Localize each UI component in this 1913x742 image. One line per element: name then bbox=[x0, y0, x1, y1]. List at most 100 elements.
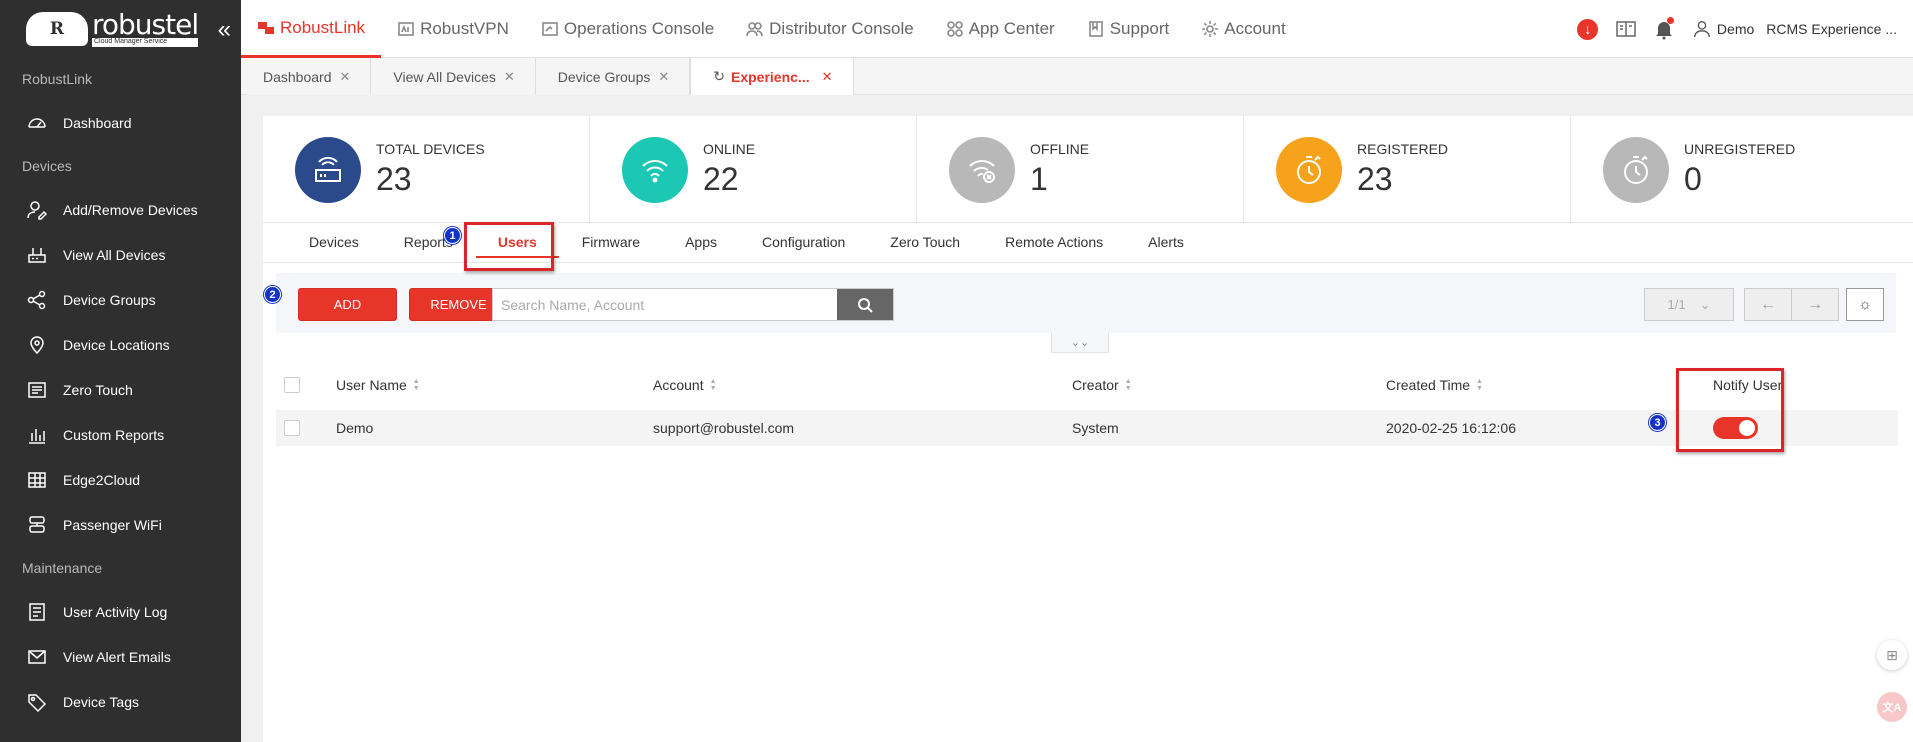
tab-experience[interactable]: ↻ Experienc... ✕ bbox=[690, 58, 854, 95]
tab-apps[interactable]: Apps bbox=[685, 223, 717, 263]
org-name[interactable]: RCMS Experience ... bbox=[1766, 21, 1897, 37]
apps-grid-icon[interactable]: ⊞ bbox=[1877, 640, 1907, 670]
wifi-off-icon bbox=[949, 136, 1015, 203]
translate-icon[interactable]: 文A bbox=[1877, 692, 1907, 722]
annotation-box-notify-user bbox=[1676, 368, 1784, 452]
apps-icon bbox=[946, 20, 964, 38]
topnav-distributor-console[interactable]: Distributor Console bbox=[730, 0, 930, 58]
sidebar-item-device-tags[interactable]: Device Tags bbox=[0, 679, 241, 724]
page-tabs-bar: Dashboard ✕ View All Devices ✕ Device Grou… bbox=[241, 58, 1913, 95]
tag-icon bbox=[26, 691, 48, 713]
topnav-support[interactable]: Support bbox=[1071, 0, 1186, 58]
top-navigation-bar: RobustLink RobustVPN Operations Console … bbox=[241, 0, 1913, 58]
close-icon[interactable]: ✕ bbox=[504, 69, 515, 85]
user-edit-icon bbox=[26, 199, 48, 221]
sidebar-item-passenger-wifi[interactable]: Passenger WiFi bbox=[0, 502, 241, 547]
section-maintenance: Maintenance bbox=[22, 560, 103, 576]
log-icon bbox=[26, 601, 48, 623]
add-button[interactable]: ADD bbox=[298, 288, 397, 321]
stat-online[interactable]: ONLINE 22 bbox=[590, 116, 917, 223]
sidebar-item-device-locations[interactable]: Device Locations bbox=[0, 322, 241, 367]
page-select[interactable]: 1/1 ⌄ bbox=[1644, 288, 1734, 321]
share-icon bbox=[26, 289, 48, 311]
search-button[interactable] bbox=[837, 289, 893, 320]
row-checkbox[interactable] bbox=[284, 420, 300, 436]
tab-device-groups[interactable]: Device Groups ✕ bbox=[535, 58, 691, 95]
sidebar-item-device-groups[interactable]: Device Groups bbox=[0, 277, 241, 322]
sidebar-item-user-activity-log[interactable]: User Activity Log bbox=[0, 589, 241, 634]
sidebar-item-custom-reports[interactable]: Custom Reports bbox=[0, 412, 241, 457]
tab-alerts[interactable]: Alerts bbox=[1148, 223, 1184, 263]
select-all-checkbox[interactable] bbox=[284, 377, 300, 393]
bar-chart-icon bbox=[26, 424, 48, 446]
sort-icon[interactable]: ▲ ▼ bbox=[710, 378, 717, 392]
stat-value: 23 bbox=[376, 161, 412, 197]
stat-registered[interactable]: REGISTERED 23 bbox=[1244, 116, 1571, 223]
top-nav: RobustLink RobustVPN Operations Console … bbox=[241, 0, 1302, 58]
topnav-account[interactable]: Account bbox=[1185, 0, 1301, 58]
tab-configuration[interactable]: Configuration bbox=[762, 223, 845, 263]
sort-icon[interactable]: ▲ ▼ bbox=[413, 378, 420, 392]
prev-page-button[interactable]: ← bbox=[1744, 288, 1792, 321]
wifi-icon bbox=[622, 136, 688, 203]
logo-badge: R bbox=[26, 12, 88, 46]
download-icon[interactable]: ↓ bbox=[1577, 18, 1599, 40]
close-icon[interactable]: ✕ bbox=[822, 69, 833, 85]
stat-value: 0 bbox=[1684, 161, 1702, 197]
tab-view-all-devices[interactable]: View All Devices ✕ bbox=[371, 58, 536, 95]
search-icon bbox=[858, 297, 873, 313]
top-right-area: ↓ Demo RCMS Experience ... bbox=[1577, 0, 1913, 58]
arrow-right-icon: → bbox=[1807, 295, 1823, 313]
sort-icon[interactable]: ▲ ▼ bbox=[1476, 378, 1483, 392]
refresh-icon[interactable]: ↻ bbox=[713, 68, 725, 85]
tab-remote-actions[interactable]: Remote Actions bbox=[1005, 223, 1103, 263]
stat-offline[interactable]: OFFLINE 1 bbox=[917, 116, 1244, 223]
robustlink-icon bbox=[257, 19, 275, 37]
expand-toolbar-button[interactable]: ⌄⌄ bbox=[1051, 333, 1109, 353]
sidebar-item-zero-touch[interactable]: Zero Touch bbox=[0, 367, 241, 412]
tab-firmware[interactable]: Firmware bbox=[582, 223, 640, 263]
close-icon[interactable]: ✕ bbox=[658, 69, 669, 85]
sidebar-item-add-remove-devices[interactable]: Add/Remove Devices bbox=[0, 187, 241, 232]
tab-devices[interactable]: Devices bbox=[309, 223, 359, 263]
email-icon bbox=[26, 646, 48, 668]
header-user-name[interactable]: User Name ▲ ▼ bbox=[336, 360, 420, 410]
timer-check-icon bbox=[1603, 136, 1669, 203]
header-created-time[interactable]: Created Time ▲ ▼ bbox=[1386, 360, 1483, 410]
settings-button[interactable]: ☼ bbox=[1846, 288, 1884, 321]
sun-gear-icon: ☼ bbox=[1858, 296, 1872, 313]
stat-value: 22 bbox=[703, 161, 739, 197]
topnav-robustlink[interactable]: RobustLink bbox=[241, 0, 382, 58]
grid-icon bbox=[26, 469, 48, 491]
search-box bbox=[492, 288, 894, 321]
topnav-app-center[interactable]: App Center bbox=[930, 0, 1071, 58]
annotation-badge-2: 2 bbox=[264, 286, 281, 303]
tab-dashboard[interactable]: Dashboard ✕ bbox=[247, 58, 372, 95]
manual-icon[interactable] bbox=[1615, 18, 1637, 40]
router-icon bbox=[295, 136, 361, 203]
header-creator[interactable]: Creator ▲ ▼ bbox=[1072, 360, 1132, 410]
sidebar-item-view-all-devices[interactable]: View All Devices bbox=[0, 232, 241, 277]
section-devices: Devices bbox=[22, 158, 72, 174]
header-account[interactable]: Account ▲ ▼ bbox=[653, 360, 717, 410]
sidebar-item-view-alert-emails[interactable]: View Alert Emails bbox=[0, 634, 241, 679]
bell-icon[interactable] bbox=[1653, 17, 1675, 40]
cell-user-name: Demo bbox=[336, 420, 374, 436]
user-icon[interactable] bbox=[1691, 18, 1713, 40]
close-icon[interactable]: ✕ bbox=[340, 69, 351, 85]
tab-zero-touch[interactable]: Zero Touch bbox=[890, 223, 960, 263]
stat-total-devices[interactable]: TOTAL DEVICES 23 bbox=[263, 116, 590, 223]
search-input[interactable] bbox=[493, 289, 837, 320]
collapse-sidebar-icon[interactable]: « bbox=[218, 16, 231, 44]
next-page-button[interactable]: → bbox=[1791, 288, 1839, 321]
section-robustlink: RobustLink bbox=[22, 71, 93, 87]
stat-unregistered[interactable]: UNREGISTERED 0 bbox=[1571, 116, 1898, 223]
logo: R robustel Cloud Manager Service « bbox=[0, 0, 241, 58]
sort-icon[interactable]: ▲ ▼ bbox=[1125, 378, 1132, 392]
sidebar-item-edge2cloud[interactable]: Edge2Cloud bbox=[0, 457, 241, 502]
user-name[interactable]: Demo bbox=[1717, 21, 1754, 37]
topnav-operations-console[interactable]: Operations Console bbox=[525, 0, 730, 58]
topnav-robustvpn[interactable]: RobustVPN bbox=[381, 0, 525, 58]
sidebar-item-dashboard[interactable]: Dashboard bbox=[0, 100, 241, 145]
table-header: User Name ▲ ▼ Account ▲ ▼ Creator ▲ ▼ Created … bbox=[276, 360, 1898, 410]
